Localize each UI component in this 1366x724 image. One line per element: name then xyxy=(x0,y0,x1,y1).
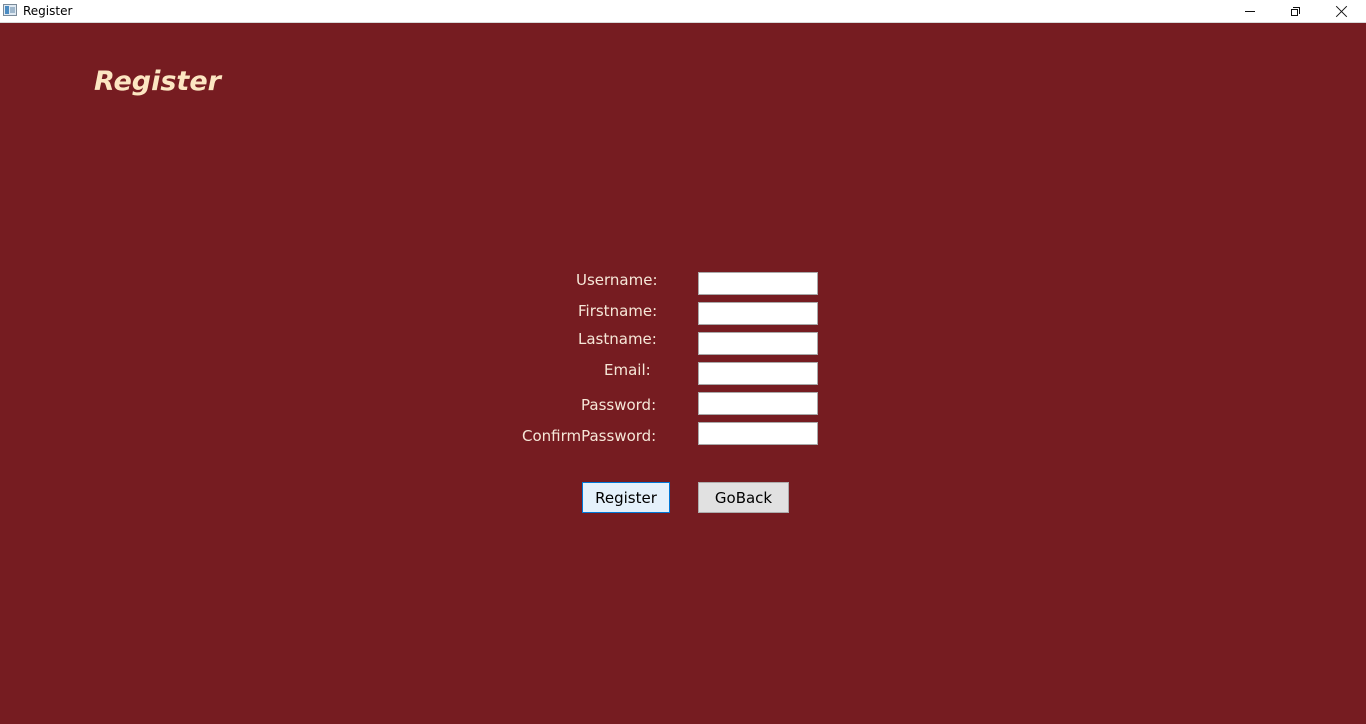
email-field[interactable] xyxy=(698,362,818,385)
restore-icon xyxy=(1290,6,1300,16)
window-title: Register xyxy=(23,4,73,18)
username-label: Username: xyxy=(576,271,658,289)
page-title: Register xyxy=(94,66,221,97)
confirm-password-field[interactable] xyxy=(698,422,818,445)
password-field[interactable] xyxy=(698,392,818,415)
firstname-label: Firstname: xyxy=(578,302,658,320)
password-label: Password: xyxy=(581,396,657,414)
close-icon xyxy=(1336,6,1347,17)
lastname-label: Lastname: xyxy=(578,330,657,348)
window-titlebar: Register xyxy=(0,0,1366,23)
goback-button[interactable]: GoBack xyxy=(698,482,789,513)
close-button[interactable] xyxy=(1318,0,1364,22)
confirm-password-label: ConfirmPassword: xyxy=(522,427,657,445)
register-button[interactable]: Register xyxy=(582,482,670,513)
app-window-icon xyxy=(3,4,17,16)
restore-button[interactable] xyxy=(1272,0,1318,22)
minimize-icon xyxy=(1245,10,1255,12)
email-label: Email: xyxy=(604,361,651,379)
firstname-field[interactable] xyxy=(698,302,818,325)
minimize-button[interactable] xyxy=(1227,0,1273,22)
username-field[interactable] xyxy=(698,272,818,295)
lastname-field[interactable] xyxy=(698,332,818,355)
